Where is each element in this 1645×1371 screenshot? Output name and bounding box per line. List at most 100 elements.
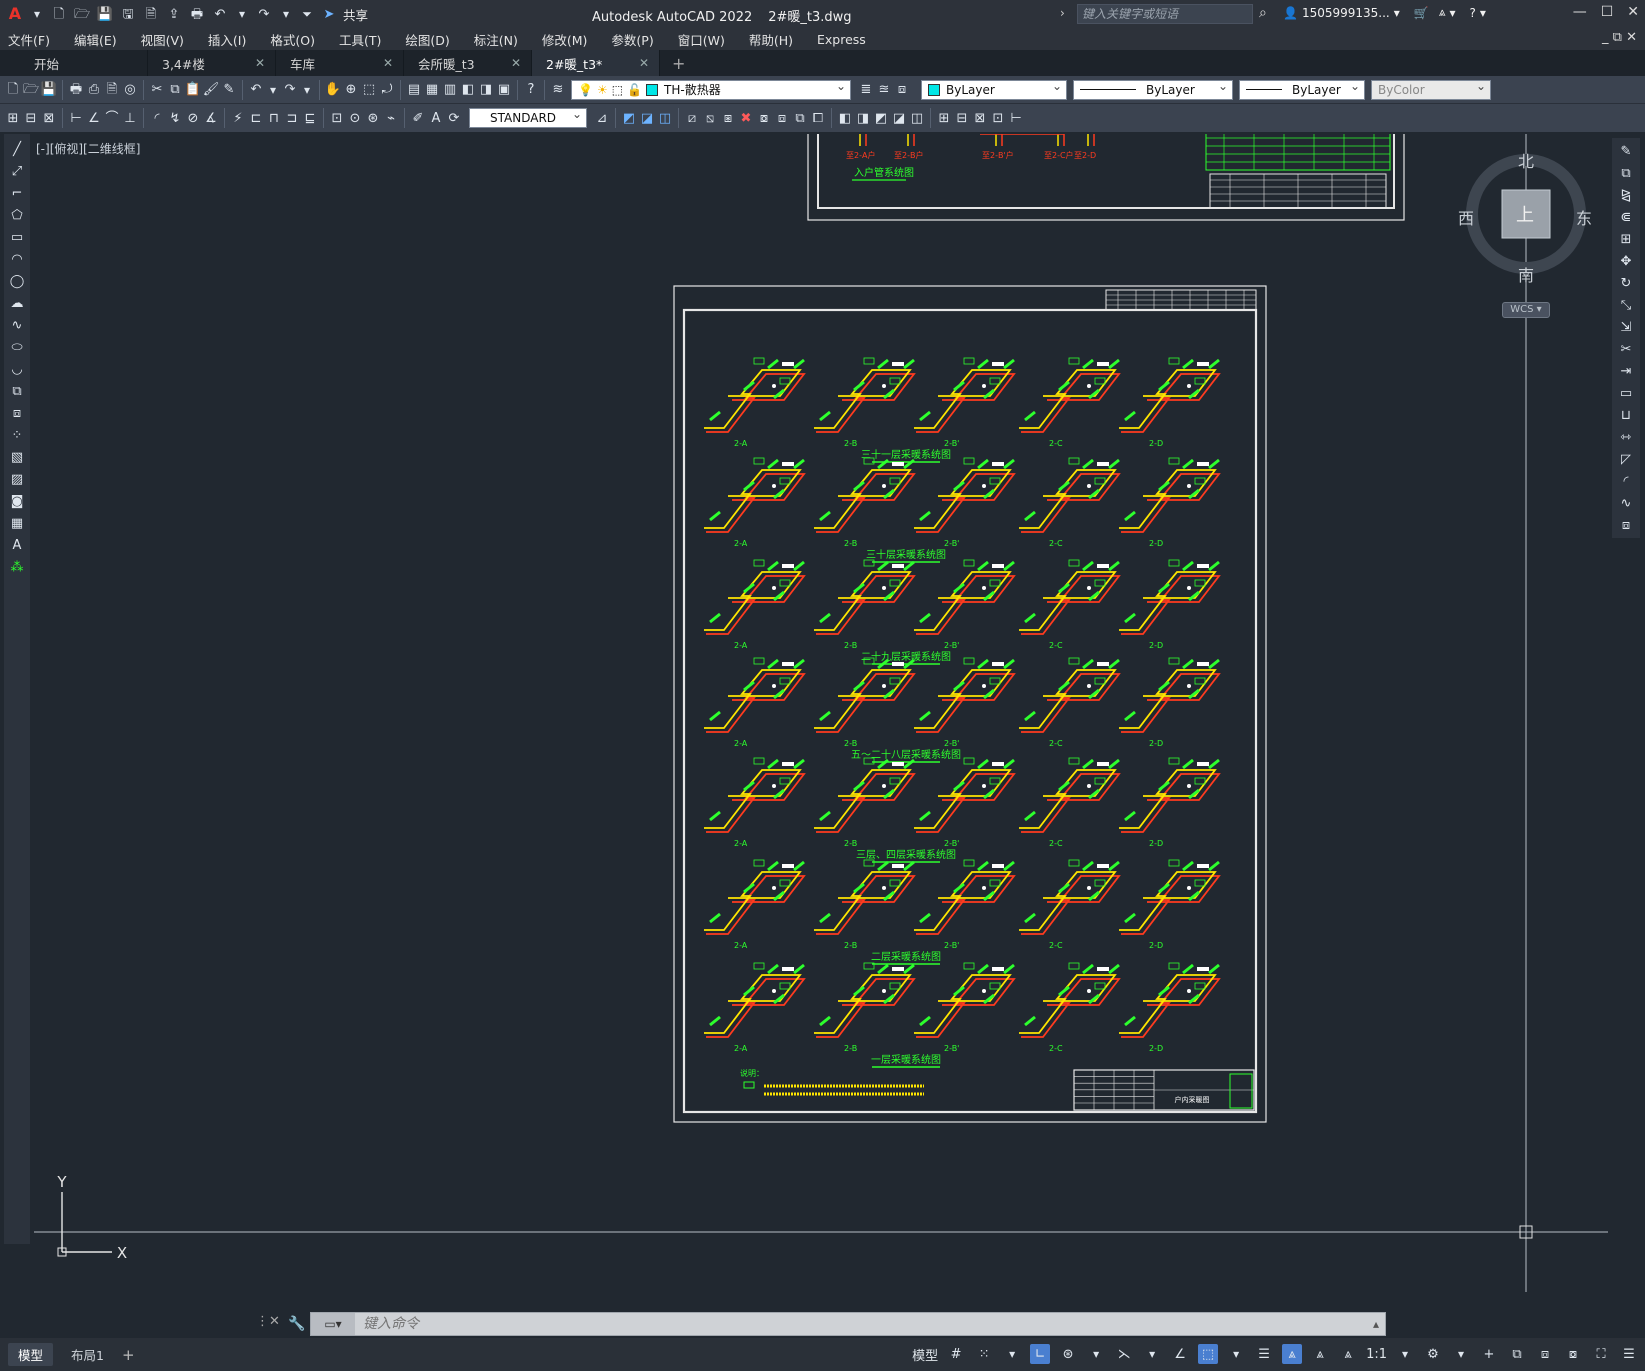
break-icon[interactable]: ⊔ [1617,406,1635,424]
maximize-icon[interactable]: ☐ [1601,4,1614,20]
copy-icon[interactable]: ⧉ [166,81,184,99]
modify-icon-11[interactable]: ⧠ [809,109,827,127]
globe-icon[interactable]: ◎ [121,81,139,99]
chevron-down-icon[interactable]: ▾ [29,5,45,23]
hatch-icon[interactable]: ▧ [8,448,26,466]
chevron-down-icon[interactable]: ▾ [1226,1344,1246,1364]
gear-icon[interactable]: ⚙ [1423,1344,1443,1364]
layer-states-icon[interactable]: ⧈ [893,81,911,99]
dimension-edit-icon[interactable]: ✐ [409,109,427,127]
extend-icon[interactable]: ⇥ [1617,362,1635,380]
modify-icon-21[interactable]: ⊢ [1007,109,1025,127]
wcs-menu[interactable]: WCS ▾ [1502,302,1550,318]
arc-icon[interactable]: ◠ [8,250,26,268]
sheet-set-icon[interactable]: ◧ [459,81,477,99]
make-block-icon[interactable]: ⧈ [8,404,26,422]
close-tab-icon[interactable]: ✕ [511,56,521,70]
toolbar-icon-2[interactable]: ⊟ [22,109,40,127]
chevron-down-icon[interactable]: ▾ [1086,1344,1106,1364]
model-space-button[interactable]: 模型 [912,1345,938,1364]
color-dropdown[interactable]: ByLayer [921,79,1067,100]
dimension-style-icon[interactable]: ⊿ [593,109,611,127]
viewport-controls-label[interactable]: [-][俯视][二维线框] [36,140,140,157]
close-tab-icon[interactable]: ✕ [639,56,649,70]
save-as-icon[interactable]: 🖫 [119,5,137,23]
scale-icon[interactable]: ⤡ [1617,296,1635,314]
modify-icon-4[interactable]: ⧄ [683,109,701,127]
modify-icon-5[interactable]: ⧅ [701,109,719,127]
command-grip[interactable]: ⋮✕ [256,1314,280,1329]
ellipse-icon[interactable]: ⬭ [8,338,26,356]
trim-icon[interactable]: ✂ [1617,340,1635,358]
linear-dimension-icon[interactable]: ⊢ [67,109,85,127]
match-properties-icon[interactable]: 🖌 [202,81,220,99]
tab-0[interactable]: 开始 [20,50,148,76]
plotstyle-dropdown[interactable]: ByColor [1371,79,1491,100]
command-history-icon[interactable]: ▭▾ [311,1313,355,1335]
cut-icon[interactable]: ✂ [148,81,166,99]
lineweight-dropdown[interactable]: ByLayer [1239,79,1365,100]
rotate-icon[interactable]: ↻ [1617,274,1635,292]
redo-icon[interactable]: ↷ [255,5,273,23]
redo-dropdown-icon[interactable]: ▾ [278,5,294,23]
compass-north[interactable]: 北 [1518,148,1534,172]
angular-dimension-icon[interactable]: ∡ [202,109,220,127]
polygon-icon[interactable]: ⬠ [8,206,26,224]
paste-icon[interactable]: 📋 [184,81,202,99]
viewcube[interactable]: 北 南 东 西 上 [1458,148,1592,285]
menu-item[interactable]: 格式(O) [270,30,315,49]
isolate-objects-icon[interactable]: ⧉ [1507,1344,1527,1364]
modify-icon-19[interactable]: ⊠ [971,109,989,127]
ortho-icon[interactable]: ∟ [1030,1344,1051,1364]
modify-icon-20[interactable]: ⊡ [989,109,1007,127]
annotation-visibility-icon[interactable]: ⩓ [1282,1344,1303,1364]
fullscreen-icon[interactable]: ⛶ [1591,1344,1611,1364]
chevron-down-icon[interactable]: ▾ [1451,1344,1471,1364]
publish-icon[interactable]: 🗎 [103,81,121,99]
menu-item[interactable]: 帮助(H) [749,30,793,49]
compass-west[interactable]: 西 [1458,205,1474,229]
undo-icon[interactable]: ↶ [211,5,229,23]
menu-item[interactable]: 标注(N) [474,30,518,49]
zoom-realtime-icon[interactable]: ⊕ [342,81,360,99]
annotation-scale-value[interactable]: 1:1 [1366,1347,1387,1362]
modify-icon-13[interactable]: ◨ [854,109,872,127]
plus-icon[interactable]: + [1479,1344,1499,1364]
command-line[interactable]: ▭▾ ▴ [310,1312,1386,1336]
menu-item[interactable]: 文件(F) [8,30,50,49]
offset-icon[interactable]: ⋐ [1617,208,1635,226]
publish-icon[interactable]: 🗎 [142,5,160,23]
modify-icon-1[interactable]: ◩ [620,109,638,127]
chamfer-icon[interactable]: ◸ [1617,450,1635,468]
modify-icon-2[interactable]: ◪ [638,109,656,127]
share-icon[interactable]: ➤ [320,5,338,23]
mdi-window-controls[interactable]: _ ⧉ ✕ [1602,30,1637,45]
share-button[interactable]: 共享 [343,5,368,24]
viewcube-top-face[interactable]: 上 [1516,201,1534,227]
properties-icon[interactable]: ▤ [405,81,423,99]
ordinate-dimension-icon[interactable]: ⊥ [121,109,139,127]
inspection-icon[interactable]: ⊛ [364,109,382,127]
model-viewport[interactable]: Y X 至2-A户 至2-B户 至2-B'户 至2-C户 至2-D 入户管系统图 说明： 户内采暖… [34,134,1608,1292]
arc-length-icon[interactable]: ⌒ [103,109,121,127]
layer-properties-icon[interactable]: ≋ [549,81,567,99]
tab-4[interactable]: 2#暖_t3* ✕ [532,50,660,76]
modify-icon-18[interactable]: ⊟ [953,109,971,127]
hardware-acceleration-icon[interactable]: ⧈ [1535,1344,1555,1364]
jogged-linear-icon[interactable]: ⌁ [382,109,400,127]
menu-item[interactable]: 窗口(W) [678,30,725,49]
gradient-icon[interactable]: ▨ [8,470,26,488]
modify-icon-14[interactable]: ◩ [872,109,890,127]
redo-icon[interactable]: ↷ [281,81,299,99]
region-icon[interactable]: ◙ [8,492,26,510]
clean-screen-icon[interactable]: ⧇ [1563,1344,1583,1364]
modify-icon-3[interactable]: ◫ [656,109,674,127]
print-icon[interactable]: 🖶 [188,5,206,23]
polar-tracking-icon[interactable]: ⊛ [1058,1344,1078,1364]
block-editor-icon[interactable]: ✎ [220,81,238,99]
aligned-dimension-icon[interactable]: ∠ [85,109,103,127]
new-file-icon[interactable]: 🗋 [50,5,68,23]
menu-item[interactable]: 修改(M) [542,30,588,49]
modify-icon-10[interactable]: ⧉ [791,109,809,127]
help-icon[interactable]: ? [1470,6,1476,20]
